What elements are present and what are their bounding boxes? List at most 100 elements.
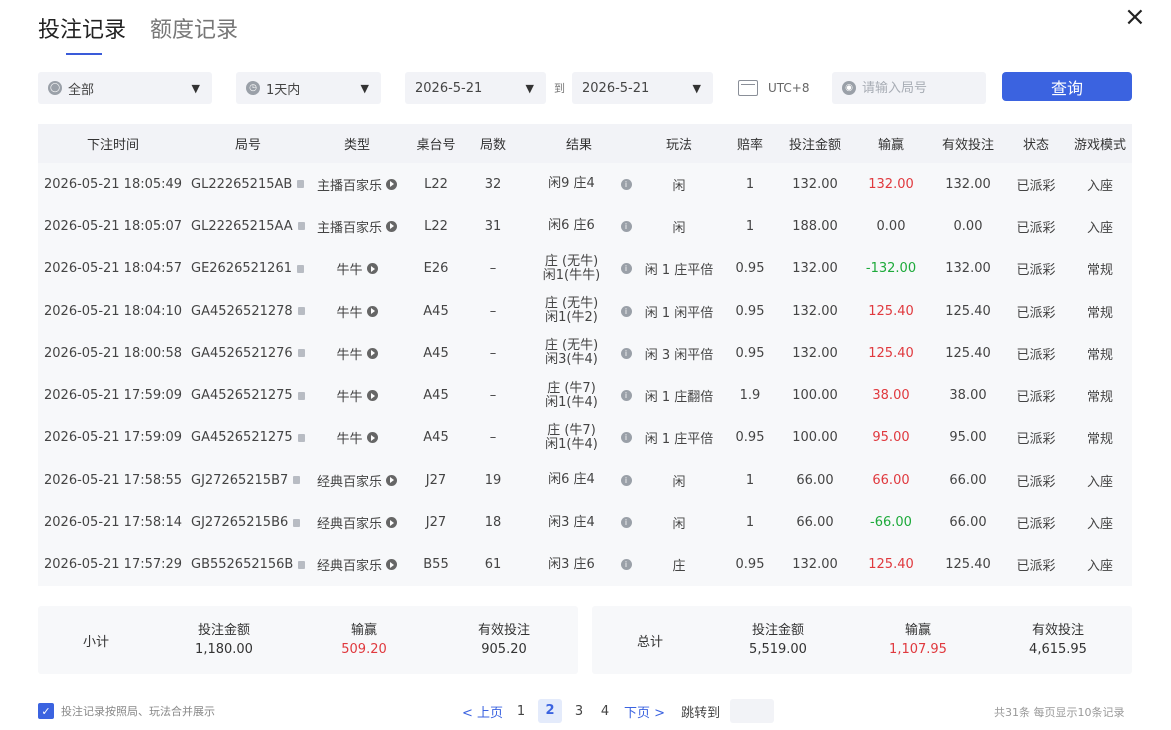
- subtotal-valid: 905.20: [481, 642, 527, 657]
- valid-bet: 95.00: [949, 430, 987, 446]
- info-icon[interactable]: i: [620, 432, 632, 444]
- game-type-cell: 经典百家乐: [308, 471, 406, 490]
- bet-time: 2026-05-21 17:57:29: [44, 557, 183, 573]
- game-type: 经典百家乐: [316, 559, 382, 575]
- record-count-info: 共31条 每页显示10条记录: [994, 706, 1125, 719]
- info-icon[interactable]: i: [620, 220, 632, 232]
- copy-icon[interactable]: [297, 180, 305, 189]
- subtotal-amount-label: 投注金额: [197, 623, 250, 638]
- date-from-select[interactable]: 2026-5-21 ▼: [405, 72, 546, 104]
- replay-icon[interactable]: [366, 347, 378, 359]
- result-line-2: 闲1(牛4): [545, 436, 598, 452]
- round-no: 19: [484, 472, 502, 488]
- result-line-1: 庄 (无牛): [544, 253, 599, 269]
- page-1[interactable]: 1: [513, 704, 529, 719]
- replay-icon[interactable]: [386, 517, 397, 529]
- win-loss: 66.00: [872, 472, 910, 488]
- next-page-button[interactable]: 下页 >: [624, 702, 665, 721]
- info-icon[interactable]: i: [620, 517, 632, 529]
- query-button[interactable]: 查询: [1002, 72, 1132, 101]
- round-id: GJ27265215B7: [191, 472, 289, 488]
- copy-icon[interactable]: [297, 307, 305, 316]
- win-loss: 38.00: [872, 388, 910, 404]
- result-line-1: 庄 (无牛): [544, 338, 599, 354]
- win-loss: -132.00: [865, 261, 917, 277]
- valid-bet: 125.40: [945, 557, 991, 573]
- replay-icon[interactable]: [366, 432, 378, 444]
- bet-time: 2026-05-21 18:05:07: [44, 218, 183, 234]
- page-4[interactable]: 4: [597, 704, 613, 719]
- pagination: < 上页 1 2 3 4 下页 > 跳转到: [462, 699, 775, 723]
- info-icon[interactable]: i: [620, 305, 632, 317]
- round-search-input[interactable]: [862, 80, 972, 96]
- jump-page-input[interactable]: [730, 699, 775, 723]
- round-id-cell: GB552652156B: [188, 557, 308, 572]
- table-row: 2026-05-21 18:05:49 GL22265215AB 主播百家乐 L22 3…: [38, 163, 1132, 205]
- info-icon[interactable]: i: [620, 178, 632, 190]
- copy-icon[interactable]: [297, 349, 305, 358]
- bet-time: 2026-05-21 18:05:49: [44, 176, 183, 192]
- date-to-select[interactable]: 2026-5-21 ▼: [572, 72, 713, 104]
- win-loss: 95.00: [872, 430, 910, 446]
- replay-icon[interactable]: [386, 178, 397, 190]
- info-icon[interactable]: i: [620, 559, 632, 571]
- table-row: 2026-05-21 18:04:10 GA4526521278 牛牛 A45 – 庄 (…: [38, 290, 1132, 332]
- game-type-cell: 牛牛: [308, 259, 406, 278]
- info-icon[interactable]: i: [620, 263, 632, 275]
- info-icon[interactable]: i: [620, 474, 632, 486]
- replay-icon[interactable]: [366, 390, 378, 402]
- copy-icon[interactable]: [297, 391, 305, 400]
- info-icon[interactable]: i: [620, 390, 632, 402]
- table-row: 2026-05-21 18:04:57 GE2626521261 牛牛 E26 – 庄 (…: [38, 248, 1132, 290]
- game-type: 牛牛: [336, 390, 363, 406]
- result-cell: 闲6 庄4 i: [520, 473, 638, 487]
- bet-time: 2026-05-21 17:59:09: [44, 430, 183, 446]
- copy-icon[interactable]: [293, 476, 301, 485]
- game-type: 牛牛: [336, 263, 363, 279]
- game-type-cell: 牛牛: [308, 302, 406, 321]
- replay-icon[interactable]: [386, 474, 397, 486]
- merge-label: 投注记录按照局、玩法合并展示: [61, 705, 215, 718]
- replay-icon[interactable]: [386, 220, 397, 232]
- replay-icon[interactable]: [366, 263, 378, 275]
- game-type: 牛牛: [336, 347, 363, 363]
- round-id-cell: GA4526521275: [188, 388, 308, 403]
- bet-play: 闲 1 庄翻倍: [644, 390, 714, 406]
- col-header-time: 下注时间: [86, 138, 139, 153]
- round-search: ◉: [832, 72, 986, 104]
- round-no: –: [489, 303, 497, 319]
- page-2-current[interactable]: 2: [538, 699, 563, 723]
- close-icon[interactable]: ×: [1124, 4, 1146, 30]
- col-header-result: 结果: [565, 138, 592, 153]
- merge-checkbox[interactable]: ✓: [38, 703, 54, 719]
- bet-play: 闲 1 庄平倍: [644, 263, 714, 279]
- table-no: L22: [424, 176, 448, 192]
- result-cell: 闲6 庄6 i: [520, 219, 638, 233]
- replay-icon[interactable]: [366, 305, 378, 317]
- page-3[interactable]: 3: [571, 704, 587, 719]
- filter-bar: ◯ 全部 ▼ ◷ 1天内 ▼ 2026-5-21 ▼ 到 2026-5-21 ▼…: [38, 72, 1132, 104]
- copy-icon[interactable]: [293, 518, 301, 527]
- merge-display-option[interactable]: ✓ 投注记录按照局、玩法合并展示: [38, 703, 215, 719]
- bet-time: 2026-05-21 18:04:57: [44, 261, 183, 277]
- table-no: A45: [423, 345, 449, 361]
- game-mode: 常规: [1086, 305, 1113, 321]
- copy-icon[interactable]: [297, 222, 305, 231]
- replay-icon[interactable]: [386, 559, 397, 571]
- result-line-2: 闲3(牛4): [545, 352, 598, 368]
- info-icon[interactable]: i: [620, 347, 632, 359]
- round-id-cell: GA4526521275: [188, 430, 308, 445]
- table-no: L22: [424, 218, 448, 234]
- timezone-label: UTC+8: [768, 81, 810, 95]
- copy-icon[interactable]: [297, 433, 305, 442]
- tab-bet-records[interactable]: 投注记录: [38, 12, 126, 55]
- time-range-select[interactable]: ◷ 1天内 ▼: [236, 72, 381, 104]
- table-no: A45: [423, 303, 449, 319]
- tab-credit-records[interactable]: 额度记录: [150, 12, 238, 50]
- category-select[interactable]: ◯ 全部 ▼: [38, 72, 212, 104]
- copy-icon[interactable]: [298, 560, 306, 569]
- search-icon: ◉: [842, 81, 856, 95]
- copy-icon[interactable]: [297, 264, 304, 273]
- timezone-picker[interactable]: UTC+8: [738, 72, 809, 104]
- prev-page-button[interactable]: < 上页: [462, 702, 503, 721]
